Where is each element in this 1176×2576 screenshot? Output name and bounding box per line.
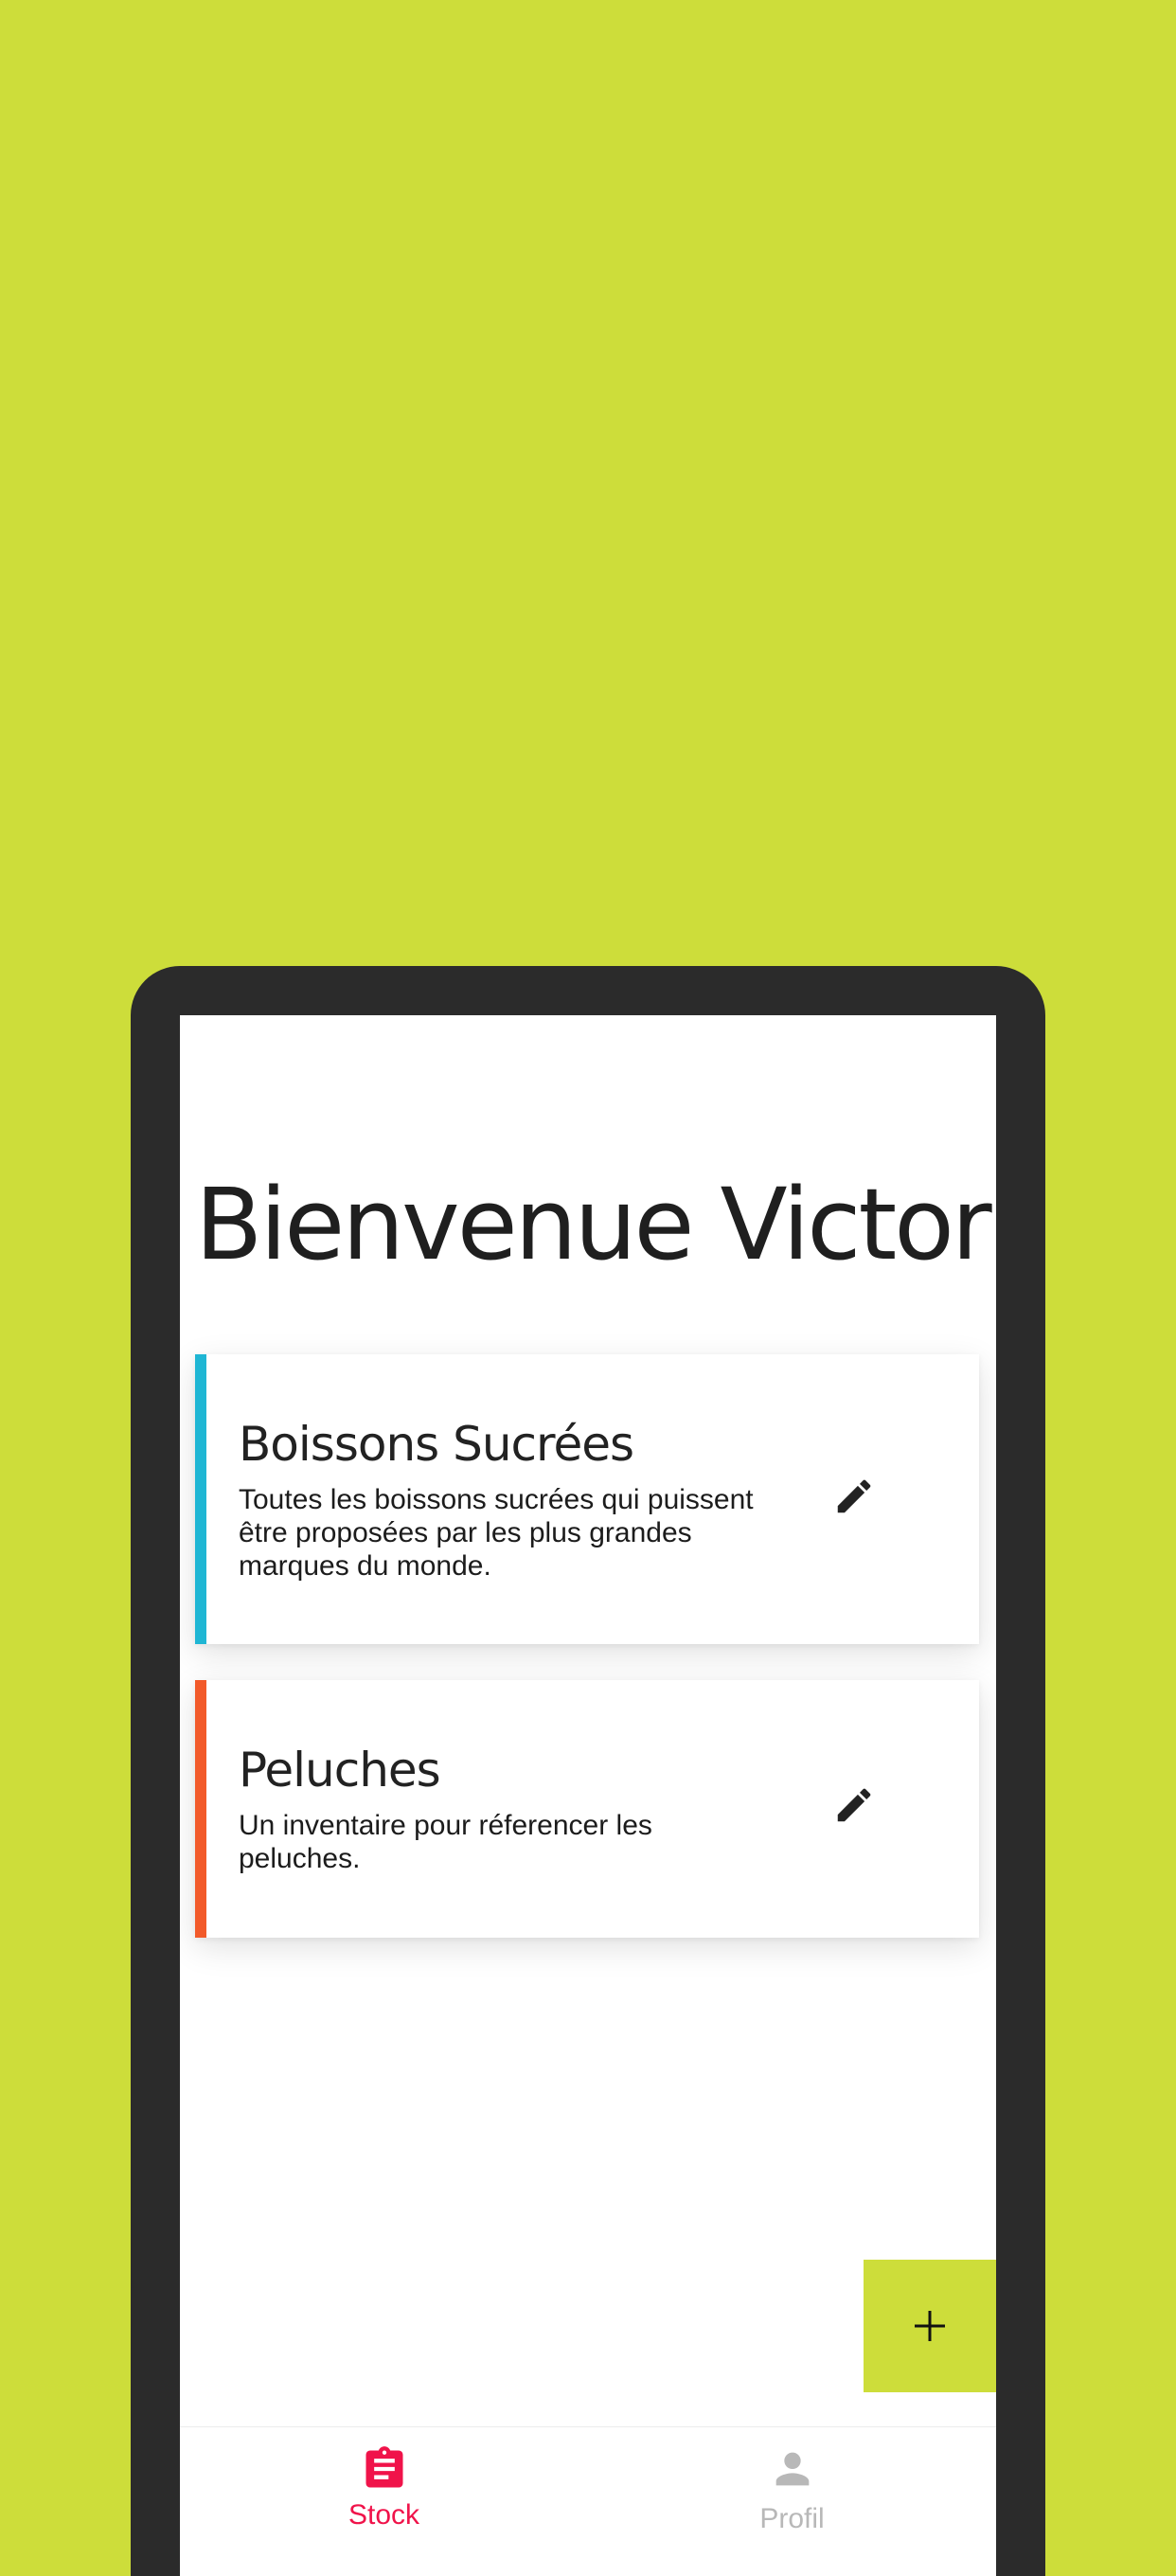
device-frame: Bienvenue Victor Boissons Sucrées Toutes… [131,966,1045,2576]
edit-button[interactable] [824,1775,884,1835]
pencil-icon [837,1479,871,1513]
card-accent-bar [195,1680,206,1938]
inventory-card-boissons-sucrees[interactable]: Boissons Sucrées Toutes les boissons suc… [195,1354,979,1644]
add-inventory-button[interactable] [864,2260,996,2392]
card-description: Un inventaire pour réferencer les peluch… [239,1810,652,1874]
card-accent-bar [195,1354,206,1644]
tab-stock-label: Stock [347,2499,420,2531]
bottom-navigation: Stock Profil [180,2426,996,2576]
card-description: Toutes les boissons sucrées qui puissent… [239,1484,754,1582]
tab-stock[interactable]: Stock [180,2427,588,2576]
inventory-card-peluches[interactable]: Peluches Un inventaire pour réferencer l… [195,1680,979,1938]
card-title: Boissons Sucrées [239,1417,634,1472]
welcome-heading: Bienvenue Victor [195,1167,992,1282]
pencil-icon [837,1788,871,1822]
tab-profil[interactable]: Profil [588,2427,996,2576]
plus-icon [915,2311,945,2341]
edit-button[interactable] [824,1466,884,1527]
person-icon [775,2452,809,2486]
card-title: Peluches [239,1743,441,1798]
clipboard-icon [365,2446,402,2488]
tab-profil-label: Profil [759,2503,825,2534]
app-screen: Bienvenue Victor Boissons Sucrées Toutes… [180,1015,996,2576]
